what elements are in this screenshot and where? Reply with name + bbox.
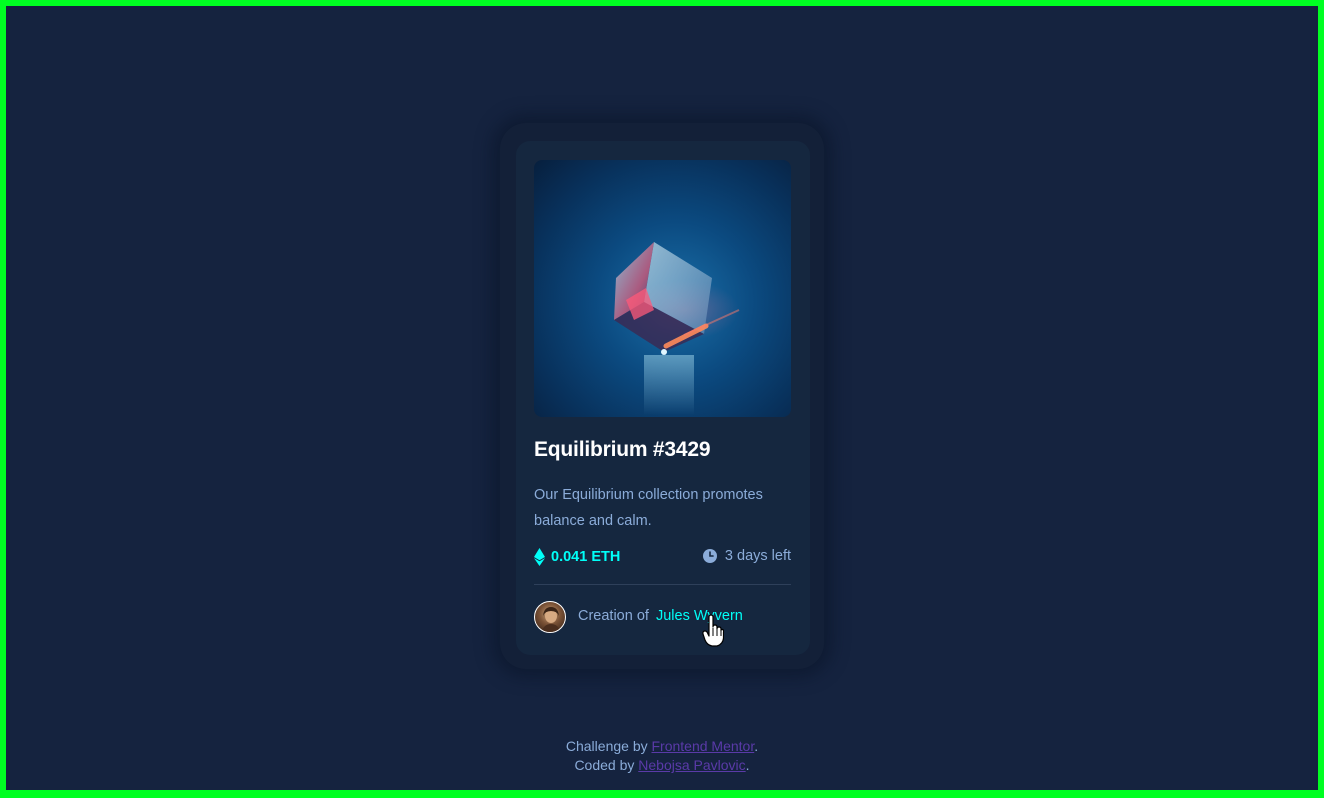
- creation-prefix: Creation of: [578, 608, 649, 624]
- card-description: Our Equilibrium collection promotes bala…: [534, 487, 763, 529]
- price-row: 0.041 ETH: [534, 548, 620, 566]
- frontend-mentor-link[interactable]: Frontend Mentor: [652, 738, 755, 754]
- price-value: 0.041 ETH: [551, 549, 621, 565]
- footer-coded-suffix: .: [745, 757, 750, 773]
- footer-coded-line: Coded by Nebojsa Pavlovic.: [0, 757, 1324, 773]
- card-title[interactable]: Equilibrium #3429: [534, 438, 711, 462]
- author-link[interactable]: Nebojsa Pavlovic: [638, 757, 745, 773]
- creator-name-link[interactable]: Jules Wyvern: [656, 608, 743, 624]
- footer-challenge-prefix: Challenge by: [565, 738, 648, 754]
- footer-coded-prefix: Coded by: [574, 757, 635, 773]
- creator-avatar: [534, 601, 566, 633]
- card-divider: [534, 584, 791, 585]
- footer-challenge-line: Challenge by Frontend Mentor.: [0, 738, 1324, 754]
- nft-image[interactable]: [534, 160, 791, 417]
- time-left-row: 3 days left: [702, 548, 791, 564]
- time-left-value: 3 days left: [724, 548, 791, 564]
- crystal-cube-illustration: [614, 242, 740, 415]
- footer-challenge-suffix: .: [754, 738, 759, 754]
- hand-pointer-cursor: [702, 614, 724, 647]
- ethereum-icon: [534, 548, 545, 566]
- clock-icon: [702, 549, 717, 563]
